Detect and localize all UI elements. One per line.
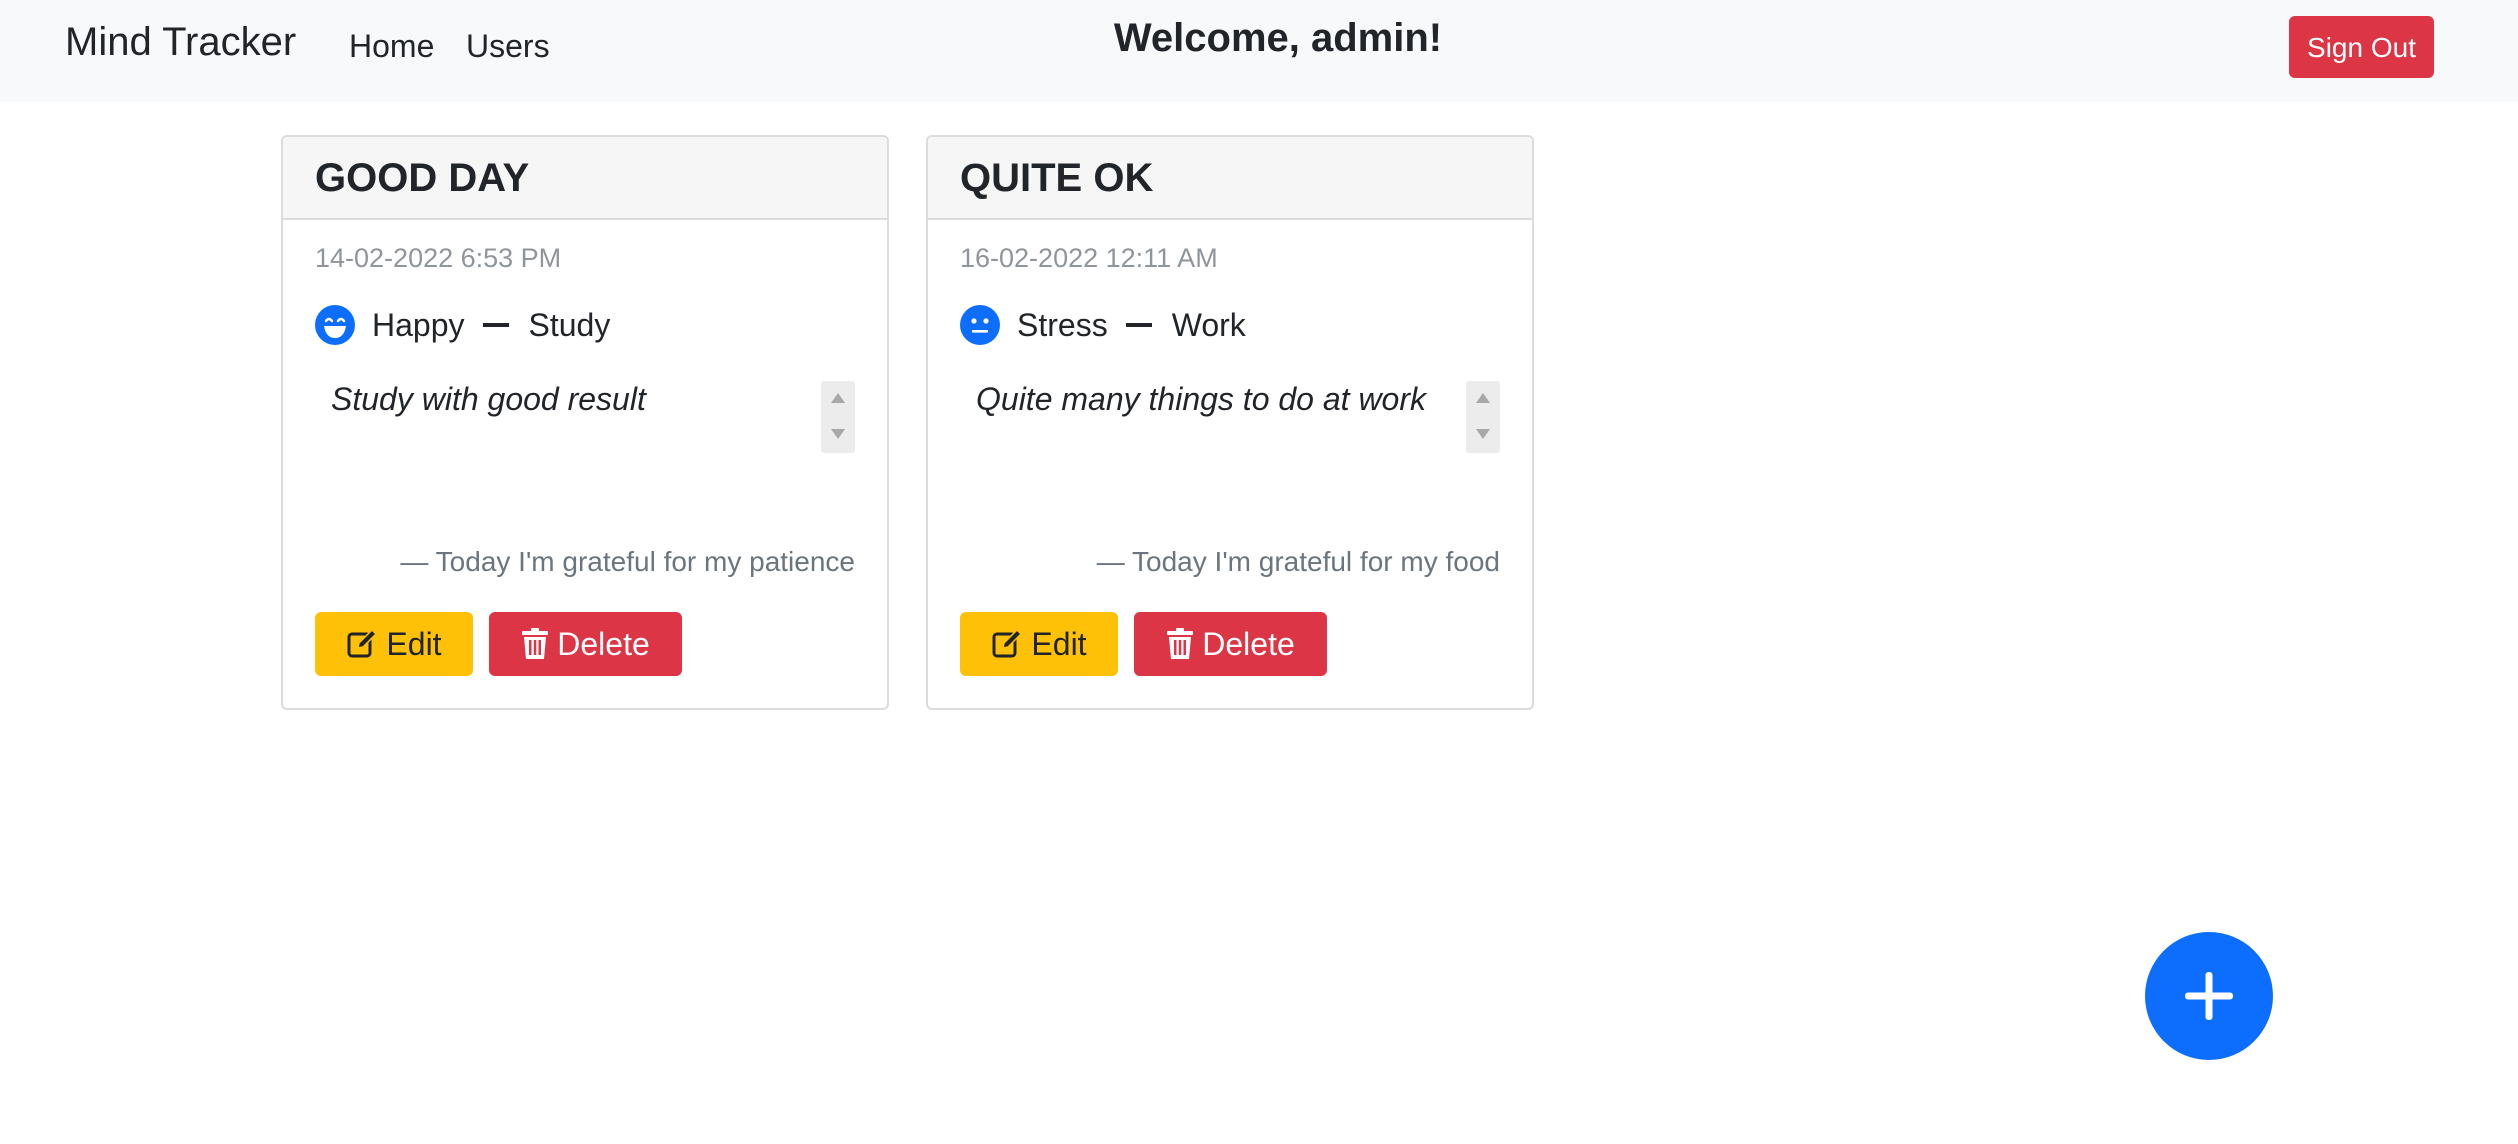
mood-label: Stress <box>1017 306 1108 343</box>
entry-title: QUITE OK <box>928 137 1532 220</box>
sign-out-button[interactable]: Sign Out <box>2289 16 2434 78</box>
grateful-text: — Today I'm grateful for my patience <box>400 546 855 577</box>
scroll-down-arrow-icon[interactable] <box>1476 429 1490 439</box>
grinning-face-icon <box>315 305 355 345</box>
edit-button[interactable]: Edit <box>960 612 1118 676</box>
separator-dash <box>1125 323 1152 327</box>
edit-label: Edit <box>1031 625 1087 662</box>
plus-icon <box>2185 972 2233 1020</box>
note-textarea[interactable]: Quite many things to do at work <box>960 381 1500 521</box>
add-entry-button[interactable] <box>2145 932 2273 1060</box>
note-text: Study with good result <box>331 381 646 417</box>
mood-row: Stress Work <box>960 304 1246 346</box>
entry-date: 14-02-2022 6:53 PM <box>315 243 562 273</box>
activity-label: Work <box>1171 306 1246 343</box>
delete-button[interactable]: Delete <box>489 612 682 676</box>
trash-icon <box>522 628 549 659</box>
textarea-scrollbar[interactable] <box>1466 381 1500 453</box>
textarea-scrollbar[interactable] <box>821 381 855 453</box>
welcome-message: Welcome, admin! <box>1113 16 1443 60</box>
activity-label: Study <box>528 306 611 343</box>
separator-dash <box>482 323 509 327</box>
entry-card: QUITE OK 16-02-2022 12:11 AM Stress Work… <box>926 135 1534 710</box>
delete-label: Delete <box>557 625 650 662</box>
scroll-up-arrow-icon[interactable] <box>1476 393 1490 403</box>
navbar: Mind Tracker Home Users Welcome, admin! … <box>0 0 2518 102</box>
mood-row: Happy Study <box>315 304 610 346</box>
neutral-face-icon <box>960 305 1000 345</box>
entry-title: GOOD DAY <box>283 137 887 220</box>
note-text: Quite many things to do at work <box>976 381 1426 417</box>
delete-button[interactable]: Delete <box>1134 612 1327 676</box>
delete-label: Delete <box>1202 625 1295 662</box>
note-textarea[interactable]: Study with good result <box>315 381 855 521</box>
edit-icon <box>347 628 378 658</box>
scroll-up-arrow-icon[interactable] <box>831 393 845 403</box>
edit-label: Edit <box>386 625 442 662</box>
mood-label: Happy <box>372 306 465 343</box>
scroll-down-arrow-icon[interactable] <box>831 429 845 439</box>
edit-icon <box>992 628 1023 658</box>
entry-card: GOOD DAY 14-02-2022 6:53 PM Happy Study … <box>281 135 889 710</box>
edit-button[interactable]: Edit <box>315 612 473 676</box>
trash-icon <box>1167 628 1194 659</box>
entry-date: 16-02-2022 12:11 AM <box>960 243 1218 273</box>
grateful-text: — Today I'm grateful for my food <box>1096 546 1500 577</box>
